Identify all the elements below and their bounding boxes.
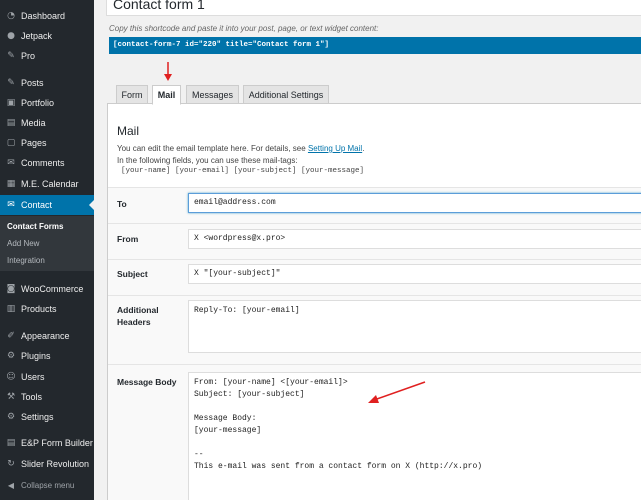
menu-dashboard[interactable]: ◔ Dashboard <box>0 6 94 26</box>
message-body-label: Message Body <box>117 377 177 387</box>
subject-label: Subject <box>117 269 148 279</box>
menu-slider-revolution[interactable]: ↻ Slider Revolution <box>0 454 94 474</box>
calendar-icon: ▦ <box>6 179 16 189</box>
menu-label: Tools <box>21 392 43 402</box>
desc-text: You can edit the email template here. Fo… <box>117 144 308 153</box>
mailtags-list: [your-name] [your-email] [your-subject] … <box>121 167 365 175</box>
menu-me-calendar[interactable]: ▦ M.E. Calendar <box>0 174 94 194</box>
menu-label: WooCommerce <box>21 284 84 294</box>
settings-icon: ⚙ <box>6 412 16 422</box>
menu-label: Pro <box>21 51 36 61</box>
plugins-icon: ⚙ <box>6 351 16 361</box>
menu-posts[interactable]: ✎ Posts <box>0 73 94 93</box>
menu-label: Jetpack <box>21 31 53 41</box>
collapse-menu-button[interactable]: ◀ Collapse menu <box>0 476 94 494</box>
menu-label: Plugins <box>21 351 51 361</box>
menu-media[interactable]: ▤ Media <box>0 113 94 133</box>
from-label: From <box>117 234 139 244</box>
submenu-contact-forms[interactable]: Contact Forms <box>7 222 63 231</box>
setting-up-mail-link[interactable]: Setting Up Mail <box>308 144 362 153</box>
collapse-icon: ◀ <box>7 480 15 490</box>
tab-messages[interactable]: Messages <box>186 85 239 104</box>
menu-ep-form-builder[interactable]: ▤ E&P Form Builder <box>0 433 94 453</box>
menu-users[interactable]: ☺ Users <box>0 367 94 387</box>
menu-label: Appearance <box>21 331 70 341</box>
slider-revolution-icon: ↻ <box>7 459 15 469</box>
menu-pro[interactable]: ✎ Pro <box>0 46 94 66</box>
shortcode-hint: Copy this shortcode and paste it into yo… <box>109 24 379 33</box>
menu-pages[interactable]: ▢ Pages <box>0 133 94 153</box>
menu-label: Contact <box>21 200 53 210</box>
pro-icon: ✎ <box>7 51 15 61</box>
mail-description: You can edit the email template here. Fo… <box>117 144 364 153</box>
mail-heading: Mail <box>117 124 140 138</box>
products-icon: ▥ <box>6 304 16 314</box>
menu-label: Settings <box>21 412 54 422</box>
menu-products[interactable]: ▥ Products <box>0 299 94 319</box>
menu-portfolio[interactable]: ▣ Portfolio <box>0 93 94 113</box>
tab-additional-settings[interactable]: Additional Settings <box>243 85 329 104</box>
menu-settings[interactable]: ⚙ Settings <box>0 407 94 427</box>
from-input[interactable]: X <wordpress@x.pro> <box>188 229 641 249</box>
posts-icon: ✎ <box>7 78 15 88</box>
submenu-integration[interactable]: Integration <box>7 256 45 265</box>
shortcode-field[interactable]: [contact-form-7 id="220" title="Contact … <box>109 37 641 54</box>
dashboard-icon: ◔ <box>7 11 15 21</box>
tools-icon: ⚒ <box>6 392 16 402</box>
menu-label: Products <box>21 304 57 314</box>
menu-label: Users <box>21 372 45 382</box>
portfolio-icon: ▣ <box>6 98 16 108</box>
menu-jetpack[interactable]: ● Jetpack <box>0 26 94 46</box>
mailtags-intro: In the following fields, you can use the… <box>117 156 298 165</box>
menu-label: M.E. Calendar <box>21 179 79 189</box>
pages-icon: ▢ <box>6 138 16 148</box>
comments-icon: ✉ <box>7 158 15 168</box>
menu-comments[interactable]: ✉ Comments <box>0 153 94 173</box>
annotation-arrow-left <box>368 381 426 403</box>
desc-period: . <box>362 144 365 153</box>
users-icon: ☺ <box>6 372 16 382</box>
menu-label: Portfolio <box>21 98 55 108</box>
subject-input[interactable]: X "[your-subject]" <box>188 264 641 284</box>
menu-plugins[interactable]: ⚙ Plugins <box>0 346 94 366</box>
collapse-label: Collapse menu <box>21 480 75 490</box>
menu-tools[interactable]: ⚒ Tools <box>0 387 94 407</box>
menu-label: Slider Revolution <box>21 459 90 469</box>
admin-sidebar: ◔ Dashboard ● Jetpack ✎ Pro ✎ Posts ▣ Portfol… <box>0 0 94 500</box>
tab-form[interactable]: Form <box>116 85 148 104</box>
menu-label: Posts <box>21 78 44 88</box>
media-icon: ▤ <box>6 118 16 128</box>
annotation-arrow-down <box>164 62 172 81</box>
menu-label: E&P Form Builder <box>21 438 93 448</box>
form-title-input[interactable]: Contact form 1 <box>106 0 641 16</box>
woocommerce-icon: ◙ <box>6 284 16 294</box>
to-label: To <box>117 199 127 209</box>
menu-label: Dashboard <box>21 11 66 21</box>
menu-woocommerce[interactable]: ◙ WooCommerce <box>0 279 94 299</box>
menu-label: Pages <box>21 138 47 148</box>
to-input[interactable]: email@address.com <box>188 193 641 213</box>
active-indicator <box>89 200 94 210</box>
menu-label: Comments <box>21 158 65 168</box>
additional-headers-textarea[interactable]: Reply-To: [your-email] <box>188 300 641 353</box>
menu-appearance[interactable]: ✐ Appearance <box>0 326 94 346</box>
menu-contact[interactable]: ✉ Contact <box>0 195 94 215</box>
additional-headers-label: Additional Headers <box>117 305 159 327</box>
menu-label: Media <box>21 118 46 128</box>
form-builder-icon: ▤ <box>6 438 16 448</box>
tab-mail[interactable]: Mail <box>152 85 181 105</box>
contact-icon: ✉ <box>7 200 15 210</box>
jetpack-icon: ● <box>7 31 15 41</box>
submenu-add-new[interactable]: Add New <box>7 239 39 248</box>
appearance-icon: ✐ <box>7 331 15 341</box>
